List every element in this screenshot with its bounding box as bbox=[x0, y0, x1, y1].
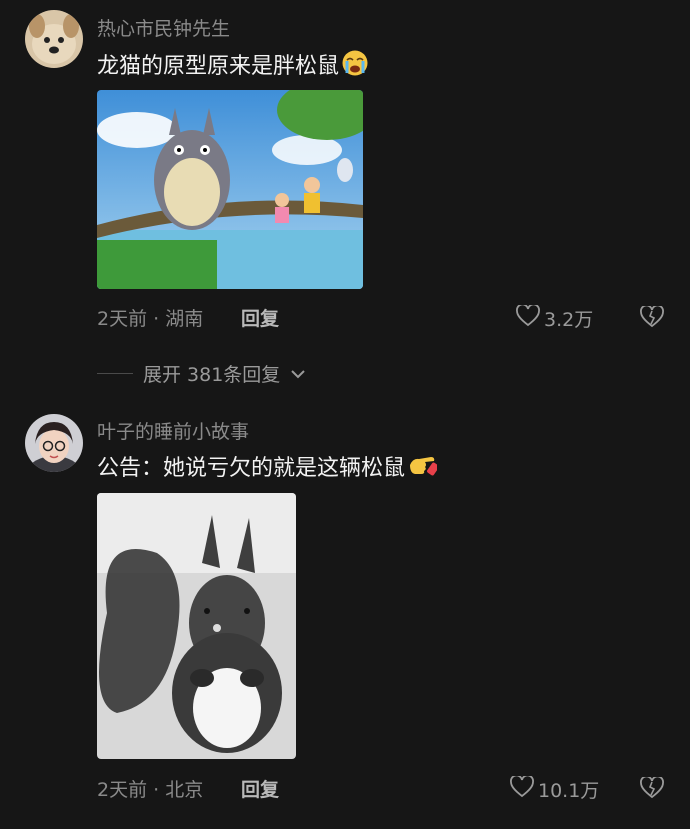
broken-heart-icon bbox=[640, 775, 664, 803]
reply-button[interactable]: 回复 bbox=[241, 775, 279, 802]
expand-replies-label: 展开 381条回复 bbox=[143, 364, 281, 386]
pointing-hand-icon bbox=[407, 453, 439, 485]
comment-meta: 2天前 · 湖南 bbox=[97, 308, 204, 330]
dislike-button[interactable] bbox=[640, 775, 664, 803]
totoro-fishing-image[interactable] bbox=[97, 90, 363, 289]
heart-icon bbox=[516, 303, 540, 332]
like-count: 10.1万 bbox=[538, 780, 600, 802]
broken-heart-icon bbox=[640, 304, 664, 332]
heart-icon bbox=[510, 774, 534, 803]
avatar[interactable] bbox=[25, 10, 83, 68]
comment-text: 公告：她说亏欠的就是这辆松鼠 bbox=[97, 450, 439, 485]
squirrel-photo[interactable] bbox=[97, 493, 296, 759]
like-count: 3.2万 bbox=[544, 309, 594, 331]
username[interactable]: 热心市民钟先生 bbox=[97, 14, 230, 41]
dislike-button[interactable] bbox=[640, 304, 664, 332]
like-button[interactable]: 3.2万 bbox=[516, 303, 594, 332]
expand-replies-button[interactable]: 展开 381条回复 bbox=[97, 360, 306, 387]
comment-meta: 2天前 · 北京 bbox=[97, 779, 204, 801]
comment-text: 龙猫的原型原来是胖松鼠 bbox=[97, 48, 369, 83]
avatar[interactable] bbox=[25, 414, 83, 472]
username[interactable]: 叶子的睡前小故事 bbox=[97, 417, 249, 444]
like-button[interactable]: 10.1万 bbox=[510, 774, 600, 803]
chevron-down-icon bbox=[290, 363, 306, 385]
reply-button[interactable]: 回复 bbox=[241, 304, 279, 331]
crying-face-icon bbox=[341, 49, 369, 83]
divider-line bbox=[97, 373, 133, 374]
